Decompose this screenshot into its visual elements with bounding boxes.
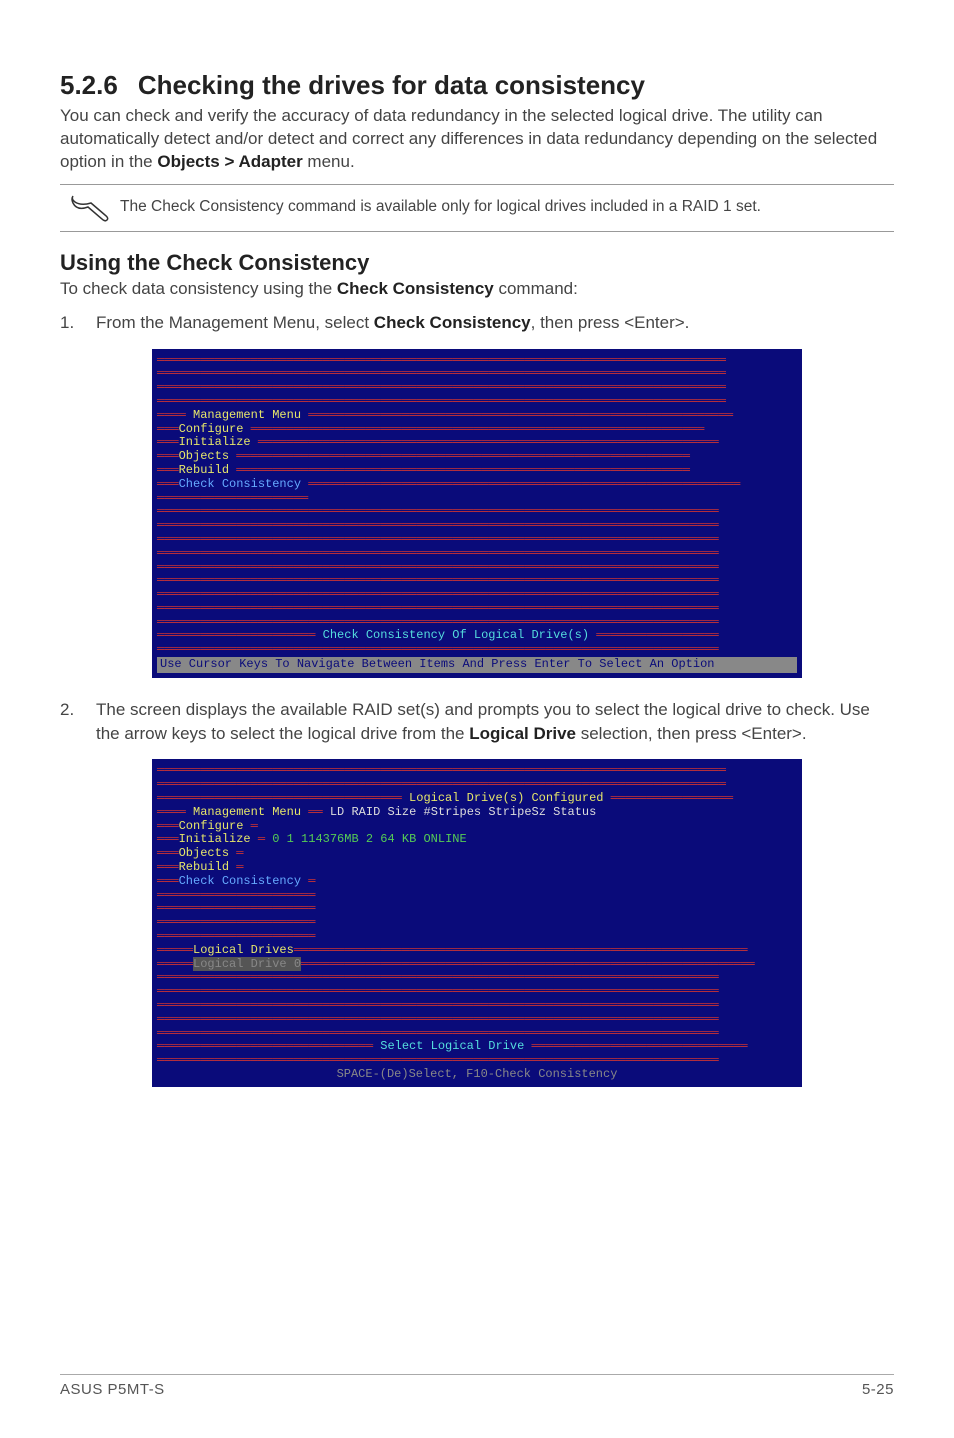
- section-heading: 5.2.6 Checking the drives for data consis…: [60, 70, 894, 101]
- page-footer: ASUS P5MT-S 5-25: [60, 1374, 894, 1398]
- note-text: The Check Consistency command is availab…: [120, 197, 894, 218]
- subintro: To check data consistency using the Chec…: [60, 278, 894, 301]
- step-1: 1. From the Management Menu, select Chec…: [60, 311, 894, 335]
- subheading: Using the Check Consistency: [60, 250, 894, 276]
- terminal-footer-1: Use Cursor Keys To Navigate Between Item…: [157, 657, 797, 673]
- note-block: The Check Consistency command is availab…: [60, 184, 894, 232]
- note-icon: [60, 193, 120, 223]
- section-title-text: Checking the drives for data consistency: [138, 70, 645, 100]
- step-2: 2. The screen displays the available RAI…: [60, 698, 894, 746]
- terminal-screenshot-1: ════════════════════════════════════════…: [152, 349, 802, 678]
- intro-paragraph: You can check and verify the accuracy of…: [60, 105, 894, 174]
- section-number: 5.2.6: [60, 70, 118, 100]
- footer-right: 5-25: [862, 1381, 894, 1398]
- terminal-footer-2: SPACE-(De)Select, F10-Check Consistency: [337, 1067, 618, 1081]
- terminal-screenshot-2: ════════════════════════════════════════…: [152, 759, 802, 1086]
- footer-left: ASUS P5MT-S: [60, 1381, 165, 1398]
